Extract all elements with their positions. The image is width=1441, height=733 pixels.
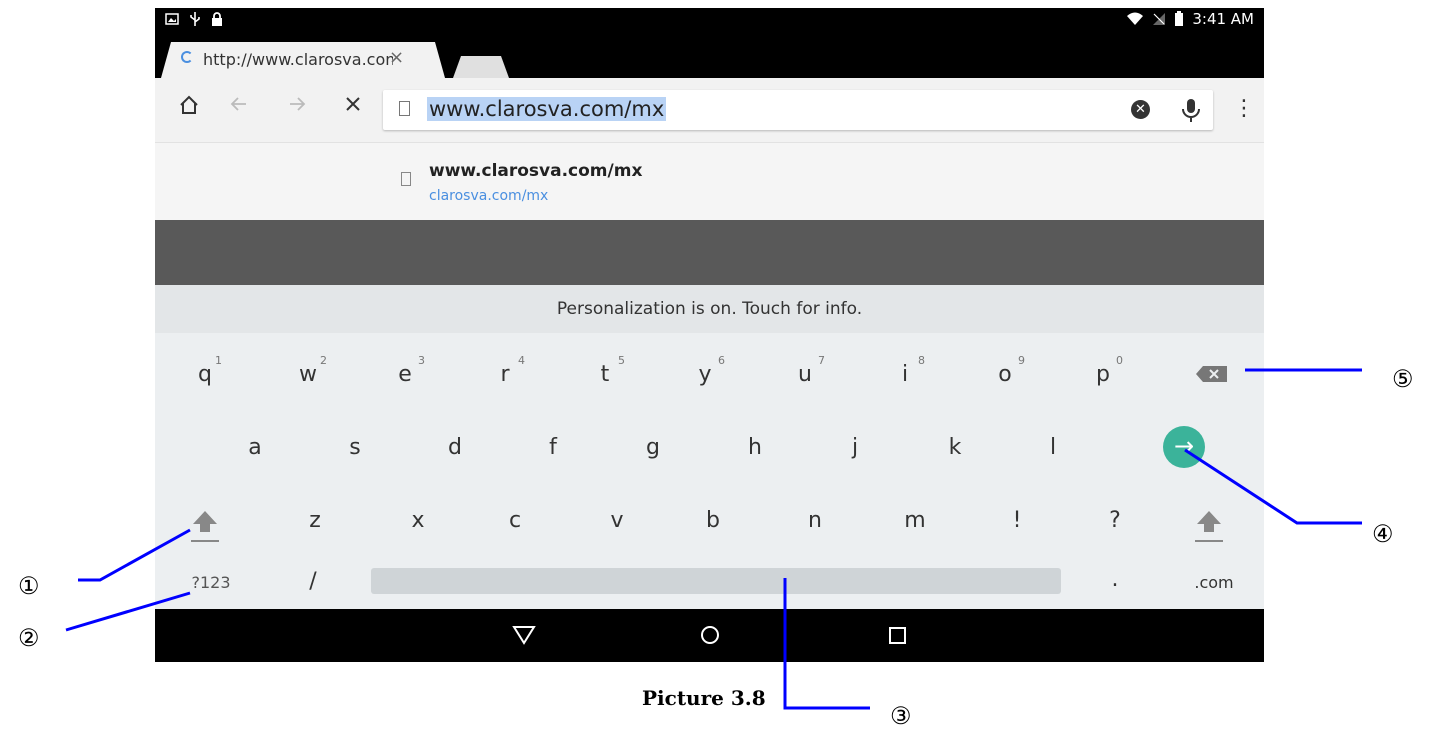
- callout-4: ④: [1372, 520, 1394, 548]
- clear-url-button[interactable]: ✕: [1131, 100, 1150, 119]
- key-n[interactable]: n: [795, 508, 835, 533]
- key-t[interactable]: t5: [585, 354, 625, 387]
- key-s[interactable]: s: [335, 435, 375, 460]
- shift-key-right[interactable]: [1189, 507, 1229, 547]
- usb-icon: [190, 12, 200, 26]
- key-z[interactable]: z: [295, 508, 335, 533]
- key-w[interactable]: w2: [288, 354, 328, 387]
- status-time: 3:41 AM: [1192, 10, 1254, 28]
- stop-loading-button[interactable]: [339, 94, 367, 119]
- dot-com-key[interactable]: .com: [1179, 573, 1249, 592]
- symbols-key[interactable]: ?123: [181, 573, 241, 592]
- key-r[interactable]: r4: [485, 354, 525, 387]
- browser-toolbar: www.clarosva.com/mx ✕ ⋮: [155, 78, 1264, 142]
- omnibox-suggestion[interactable]: www.clarosva.com/mx clarosva.com/mx: [155, 142, 1264, 221]
- key-g[interactable]: g: [633, 435, 673, 460]
- figure-caption: Picture 3.8: [642, 686, 766, 710]
- tab-title: http://www.clarosva.com/mx: [203, 50, 393, 69]
- key-p[interactable]: p0: [1083, 354, 1123, 387]
- key-o[interactable]: o9: [985, 354, 1025, 387]
- shift-key-left[interactable]: [185, 507, 225, 547]
- back-arrow-icon: [230, 97, 246, 111]
- back-nav-button[interactable]: [511, 623, 537, 647]
- navigation-bar: [155, 609, 1264, 662]
- key-f[interactable]: f: [533, 435, 573, 460]
- home-icon: [180, 95, 198, 114]
- callout-3: ③: [890, 702, 912, 730]
- microphone-icon[interactable]: [1179, 96, 1203, 124]
- image-notification-icon: [165, 13, 179, 25]
- key-c[interactable]: c: [495, 508, 535, 533]
- page-content-area: [155, 220, 1264, 285]
- page-icon: [401, 172, 411, 186]
- key-d[interactable]: d: [435, 435, 475, 460]
- key-h[interactable]: h: [735, 435, 775, 460]
- tab-strip: http://www.clarosva.com/mx ×: [155, 32, 1264, 78]
- key-exclamation[interactable]: !: [997, 508, 1037, 533]
- key-y[interactable]: y6: [685, 354, 725, 387]
- callout-1: ①: [18, 572, 40, 600]
- back-button[interactable]: [225, 94, 253, 120]
- recents-nav-button[interactable]: [887, 623, 909, 647]
- lock-icon: [212, 11, 222, 26]
- key-x[interactable]: x: [398, 508, 438, 533]
- home-button[interactable]: [175, 94, 203, 122]
- key-v[interactable]: v: [597, 508, 637, 533]
- callout-5: ⑤: [1392, 365, 1414, 393]
- page-icon: [399, 101, 410, 116]
- no-signal-icon: [1153, 13, 1166, 25]
- key-e[interactable]: e3: [385, 354, 425, 387]
- key-j[interactable]: j: [835, 435, 875, 460]
- key-period[interactable]: .: [1095, 567, 1135, 592]
- home-nav-button[interactable]: [698, 623, 722, 647]
- key-a[interactable]: a: [235, 435, 275, 460]
- key-b[interactable]: b: [693, 508, 733, 533]
- soft-keyboard: Personalization is on. Touch for info. q…: [155, 285, 1264, 609]
- key-slash[interactable]: /: [293, 569, 333, 594]
- new-tab-button[interactable]: [453, 56, 509, 78]
- close-icon: [346, 97, 360, 111]
- key-i[interactable]: i8: [885, 354, 925, 387]
- key-m[interactable]: m: [895, 508, 935, 533]
- overflow-menu-button[interactable]: ⋮: [1233, 96, 1255, 121]
- key-l[interactable]: l: [1033, 435, 1073, 460]
- key-u[interactable]: u7: [785, 354, 825, 387]
- key-k[interactable]: k: [935, 435, 975, 460]
- forward-button[interactable]: [283, 94, 311, 120]
- backspace-key[interactable]: [1195, 364, 1229, 384]
- address-bar-url[interactable]: www.clarosva.com/mx: [427, 97, 667, 121]
- go-key[interactable]: →: [1163, 426, 1205, 468]
- key-q[interactable]: q1: [185, 354, 225, 387]
- browser-tab[interactable]: http://www.clarosva.com/mx ×: [161, 42, 445, 78]
- loading-spinner-icon: [181, 51, 193, 63]
- address-bar[interactable]: www.clarosva.com/mx ✕: [383, 90, 1213, 130]
- tab-close-button[interactable]: ×: [389, 47, 404, 68]
- suggestion-title: www.clarosva.com/mx: [429, 161, 643, 181]
- spacebar[interactable]: [371, 568, 1061, 594]
- callout-2: ②: [18, 624, 40, 652]
- battery-icon: [1175, 11, 1184, 26]
- wifi-icon: [1127, 12, 1144, 25]
- tablet-screen: 3:41 AM http://www.clarosva.com/mx × www…: [155, 8, 1264, 662]
- suggestion-url: clarosva.com/mx: [429, 188, 549, 204]
- personalization-banner[interactable]: Personalization is on. Touch for info.: [155, 285, 1264, 333]
- status-bar: 3:41 AM: [155, 8, 1264, 32]
- key-question[interactable]: ?: [1095, 508, 1135, 533]
- arrow-right-icon: →: [1173, 432, 1195, 460]
- forward-arrow-icon: [290, 97, 306, 111]
